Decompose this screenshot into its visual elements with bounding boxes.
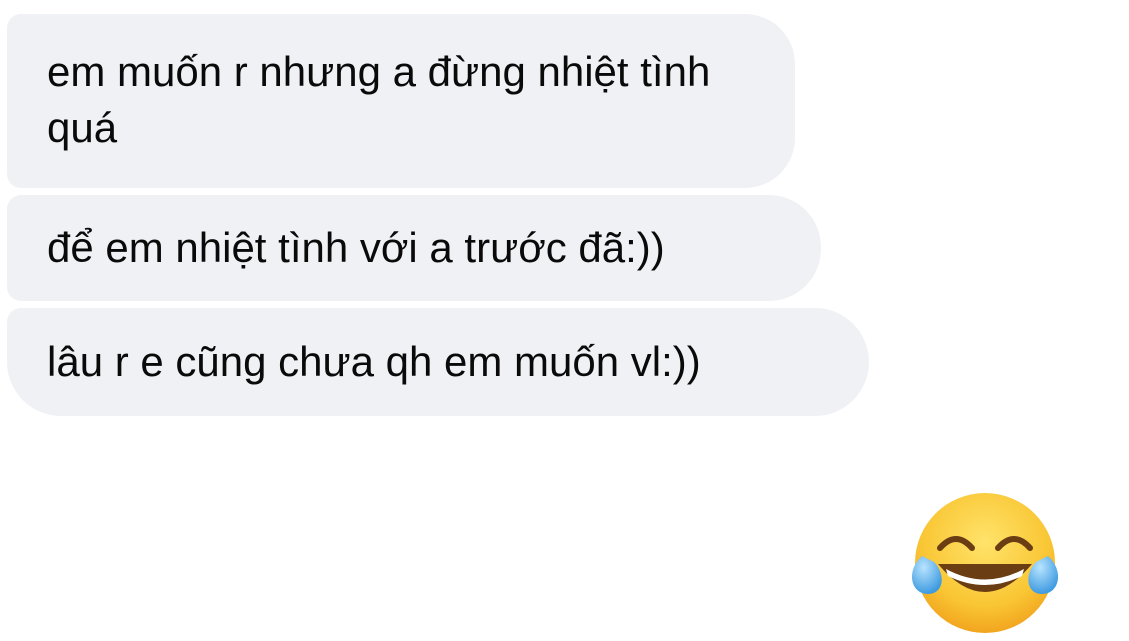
message-text: em muốn r nhưng a đừng nhiệt tình quá [47,48,711,151]
message-bubble-2[interactable]: để em nhiệt tình với a trước đã:)) [7,195,821,301]
message-bubble-3[interactable]: lâu r e cũng chưa qh em muốn vl:)) [7,308,869,416]
tears-of-joy-emoji-icon[interactable] [911,490,1059,636]
message-bubble-1[interactable]: em muốn r nhưng a đừng nhiệt tình quá [7,14,795,188]
message-text: lâu r e cũng chưa qh em muốn vl:)) [47,338,701,385]
message-text: để em nhiệt tình với a trước đã:)) [47,224,665,271]
message-thread: em muốn r nhưng a đừng nhiệt tình quá để… [0,0,1129,633]
